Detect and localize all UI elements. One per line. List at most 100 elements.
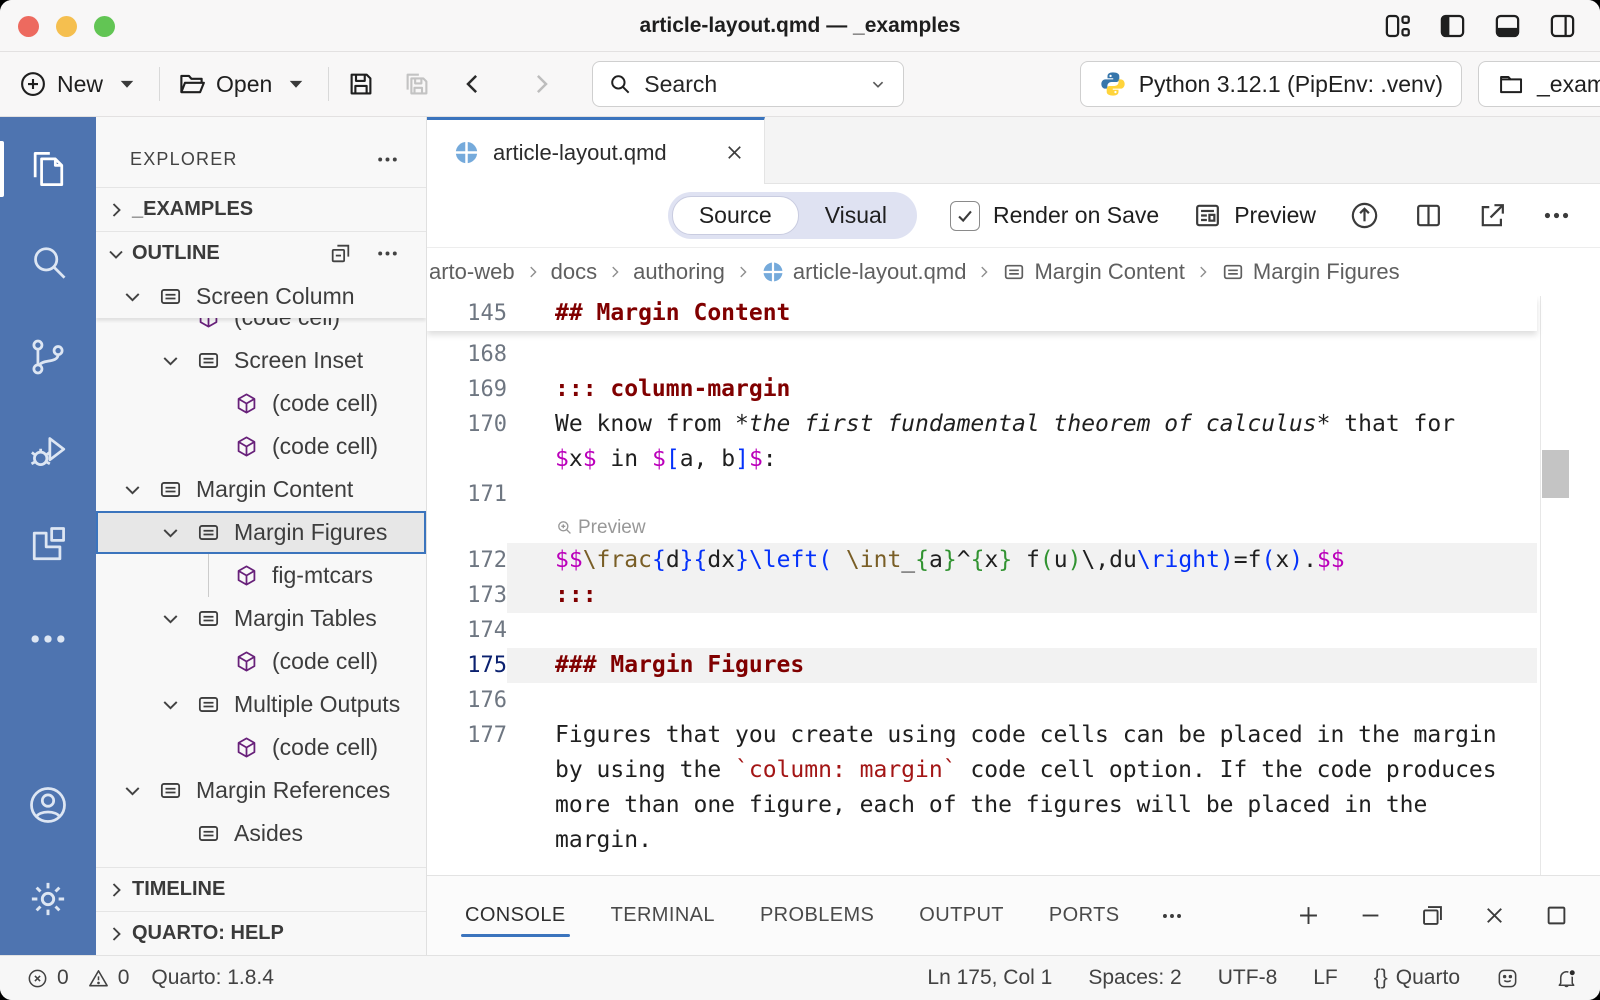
save-icon[interactable] [346, 69, 376, 99]
customize-layout-icon[interactable] [1382, 11, 1413, 41]
panel-tab-output[interactable]: OUTPUT [919, 876, 1004, 955]
outline-item-code-cell[interactable]: (code cell) [96, 640, 426, 683]
code-line-text[interactable] [507, 613, 1537, 648]
back-icon[interactable] [458, 69, 488, 99]
outline-item-code-cell[interactable]: (code cell) [96, 382, 426, 425]
eol-status[interactable]: LF [1313, 966, 1338, 990]
panel-tab-problems[interactable]: PROBLEMS [760, 876, 874, 955]
code-line-text[interactable] [507, 337, 1537, 372]
minimize-window-button[interactable] [56, 16, 77, 37]
section-outline[interactable]: OUTLINE [96, 231, 426, 275]
new-button[interactable]: New [18, 69, 142, 99]
chevron-down-icon[interactable] [120, 284, 158, 309]
code-line-text[interactable]: Figures that you create using code cells… [507, 718, 1537, 753]
outline-more-icon[interactable] [375, 241, 400, 266]
visual-mode-button[interactable]: Visual [799, 196, 913, 235]
close-window-button[interactable] [18, 16, 39, 37]
breadcrumb-item-margin-content[interactable]: Margin Content [1002, 259, 1184, 285]
outline-item-margin-references[interactable]: Margin References [96, 769, 426, 812]
breadcrumb-item-arto-web[interactable]: arto-web [429, 259, 515, 285]
code-line-text[interactable]: ### Margin Figures [507, 648, 1537, 683]
code-line-text[interactable] [507, 477, 1537, 512]
sidebar-item-run-debug[interactable] [0, 413, 96, 489]
cursor-position-status[interactable]: Ln 175, Col 1 [927, 966, 1052, 990]
outline-item-code-cell[interactable]: (code cell) [96, 425, 426, 468]
feedback-smiley-icon[interactable] [1496, 967, 1519, 990]
outline-item-screen-inset[interactable]: Screen Inset [96, 339, 426, 382]
editor-more-icon[interactable] [1541, 200, 1572, 231]
outline-item-fig-mtcars[interactable]: fig-mtcars [96, 554, 426, 597]
code-line-text[interactable]: margin. [507, 823, 1537, 858]
scrollbar-thumb[interactable] [1542, 450, 1569, 498]
outline-item-multiple-outputs[interactable]: Multiple Outputs [96, 683, 426, 726]
sidebar-item-more[interactable] [0, 601, 96, 677]
outline-item-margin-figures[interactable]: Margin Figures [96, 511, 426, 554]
chevron-down-icon[interactable] [158, 520, 196, 545]
split-editor-icon[interactable] [1413, 200, 1444, 231]
panel-minimize-icon[interactable] [1357, 902, 1384, 929]
panel-maximize-icon[interactable] [1543, 902, 1570, 929]
section-examples[interactable]: _EXAMPLES [96, 187, 426, 231]
open-button[interactable]: Open [177, 69, 311, 99]
interpreter-selector[interactable]: Python 3.12.1 (PipEnv: .venv) [1080, 61, 1462, 107]
panel-close-icon[interactable] [1481, 902, 1508, 929]
source-mode-button[interactable]: Source [672, 196, 799, 235]
sidebar-item-explorer[interactable] [0, 131, 96, 207]
panel-restore-icon[interactable] [1419, 902, 1446, 929]
outline-item-asides[interactable]: Asides [96, 812, 426, 855]
toggle-left-panel-icon[interactable] [1437, 11, 1468, 41]
breadcrumb-item-authoring[interactable]: authoring [633, 259, 725, 285]
quarto-version-status[interactable]: Quarto: 1.8.4 [151, 966, 274, 990]
zoom-window-button[interactable] [94, 16, 115, 37]
chevron-down-icon[interactable] [158, 606, 196, 631]
code-line-text[interactable]: more than one figure, each of the figure… [507, 788, 1537, 823]
panel-more-icon[interactable] [1159, 903, 1185, 929]
toggle-right-panel-icon[interactable] [1547, 11, 1578, 41]
outline-item-margin-tables[interactable]: Margin Tables [96, 597, 426, 640]
code-line-text[interactable]: ::: column-margin [507, 372, 1537, 407]
outline-item-screen-column[interactable]: Screen Column [96, 275, 426, 318]
encoding-status[interactable]: UTF-8 [1218, 966, 1278, 990]
panel-tab-ports[interactable]: PORTS [1049, 876, 1120, 955]
code-line-text[interactable] [507, 683, 1537, 718]
breadcrumb-item-article-layout-qmd[interactable]: article-layout.qmd [761, 259, 967, 285]
breadcrumb-item-docs[interactable]: docs [551, 259, 597, 285]
outline-item-code-cell[interactable]: (code cell) [96, 318, 426, 339]
publish-icon[interactable] [1349, 200, 1380, 231]
section-timeline[interactable]: TIMELINE [96, 867, 426, 911]
indentation-status[interactable]: Spaces: 2 [1088, 966, 1181, 990]
chevron-down-icon[interactable] [120, 778, 158, 803]
code-line-text[interactable]: $$\frac{d}{dx}\left( \int_{a}^{x} f(u)\,… [507, 543, 1537, 578]
problems-status[interactable]: 0 0 [26, 966, 129, 990]
explorer-more-icon[interactable] [375, 147, 400, 172]
code-line-text[interactable]: by using the `column: margin` code cell … [507, 753, 1537, 788]
outline-item-code-cell[interactable]: (code cell) [96, 726, 426, 769]
sidebar-item-extensions[interactable] [0, 507, 96, 583]
panel-new-icon[interactable] [1295, 902, 1322, 929]
close-tab-icon[interactable] [723, 141, 746, 164]
account-icon[interactable] [0, 767, 96, 843]
render-on-save-checkbox[interactable] [950, 201, 980, 231]
settings-gear-icon[interactable] [0, 861, 96, 937]
code-line-text[interactable]: We know from *the first fundamental theo… [507, 407, 1537, 442]
section-quarto-help[interactable]: QUARTO: HELP [96, 911, 426, 955]
forward-icon[interactable] [526, 69, 556, 99]
code-line-text[interactable]: ## Margin Content [507, 296, 1537, 331]
save-all-icon[interactable] [402, 69, 432, 99]
chevron-down-icon[interactable] [158, 692, 196, 717]
code-line-text[interactable]: $x$ in $[a, b]$: [507, 442, 1537, 477]
sidebar-item-source-control[interactable] [0, 319, 96, 395]
toggle-bottom-panel-icon[interactable] [1492, 11, 1523, 41]
code-line-text[interactable]: ::: [507, 578, 1537, 613]
panel-tab-terminal[interactable]: TERMINAL [611, 876, 715, 955]
open-external-icon[interactable] [1477, 200, 1508, 231]
outline-item-margin-content[interactable]: Margin Content [96, 468, 426, 511]
chevron-down-icon[interactable] [158, 348, 196, 373]
language-mode-status[interactable]: {} Quarto [1374, 966, 1460, 990]
code-editor[interactable]: 145## Margin Content168169::: column-mar… [427, 296, 1600, 875]
editor-scrollbar[interactable] [1540, 296, 1568, 875]
workspace-selector[interactable]: _examples [1478, 61, 1600, 107]
breadcrumb-item-margin-figures[interactable]: Margin Figures [1221, 259, 1400, 285]
preview-code-lens[interactable]: Preview [507, 512, 1537, 543]
sidebar-item-search[interactable] [0, 225, 96, 301]
